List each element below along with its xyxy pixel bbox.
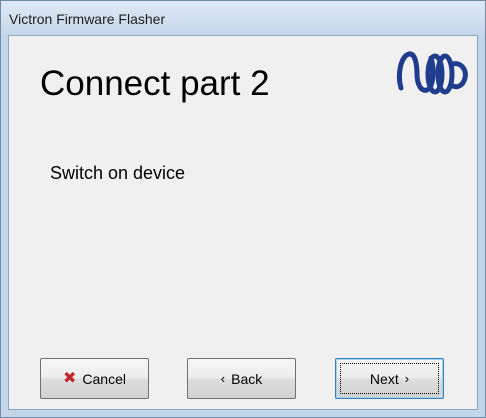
page-title: Connect part 2 bbox=[40, 64, 270, 103]
victron-logo-icon bbox=[396, 51, 468, 95]
back-button-label: Back bbox=[231, 370, 263, 387]
chevron-right-icon: › bbox=[404, 371, 410, 386]
next-button-label: Next bbox=[369, 370, 399, 387]
window-title: Victron Firmware Flasher bbox=[9, 11, 166, 27]
wizard-window: Victron Firmware Flasher Connect part 2 … bbox=[0, 0, 486, 418]
instruction-text: Switch on device bbox=[50, 163, 186, 183]
wizard-page: Connect part 2 Switch on device ✖ Cancel… bbox=[8, 35, 478, 410]
red-x-icon: ✖ bbox=[63, 369, 77, 387]
back-button[interactable]: ‹ Back bbox=[187, 358, 296, 399]
chevron-left-icon: ‹ bbox=[220, 371, 226, 386]
title-bar[interactable]: Victron Firmware Flasher bbox=[1, 1, 485, 35]
next-button[interactable]: Next › bbox=[335, 358, 444, 399]
cancel-button[interactable]: ✖ Cancel bbox=[40, 358, 149, 399]
cancel-button-label: Cancel bbox=[82, 370, 126, 387]
